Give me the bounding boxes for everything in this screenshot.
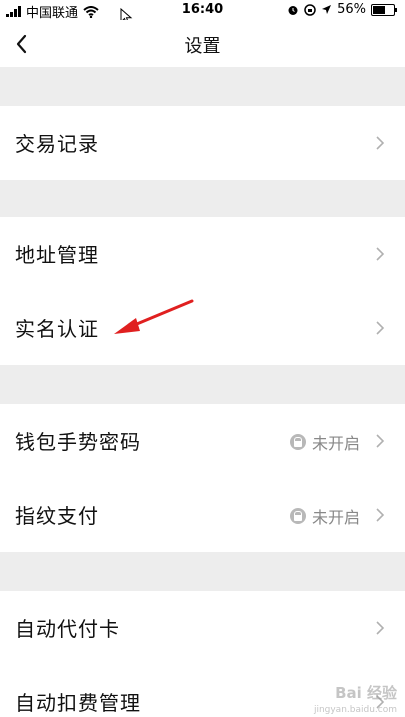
chevron-right-icon — [376, 434, 385, 448]
row-label: 自动代付卡 — [15, 617, 120, 641]
settings-group-1: 交易记录 — [0, 106, 405, 180]
watermark-url: jingyan.baidu.com — [313, 705, 397, 715]
row-label: 交易记录 — [15, 132, 99, 156]
settings-row-wallet-gesture-password[interactable]: 钱包手势密码 未开启 — [0, 404, 405, 478]
chevron-right-icon — [376, 247, 385, 261]
settings-group-2: 地址管理 实名认证 — [0, 217, 405, 365]
chevron-right-icon — [376, 136, 385, 150]
watermark-brand: Bai 经验 — [335, 684, 397, 702]
row-label: 自动扣费管理 — [15, 691, 141, 715]
status-text: 未开启 — [311, 508, 360, 527]
battery-percent: 56% — [337, 2, 366, 17]
settings-row-real-name-verification[interactable]: 实名认证 — [0, 291, 405, 365]
chevron-right-icon — [376, 621, 385, 635]
settings-row-fingerprint-payment[interactable]: 指纹支付 未开启 — [0, 478, 405, 552]
settings-row-address-management[interactable]: 地址管理 — [0, 217, 405, 291]
nav-bar: 设置 — [0, 20, 405, 67]
settings-group-3: 钱包手势密码 未开启 指纹支付 未开启 — [0, 404, 405, 552]
chevron-right-icon — [376, 321, 385, 335]
chevron-right-icon — [376, 508, 385, 522]
annotation-arrow-icon — [114, 299, 194, 334]
rotation-lock-icon — [304, 3, 316, 16]
status-badge: 未开启 — [289, 430, 360, 454]
row-label: 指纹支付 — [15, 504, 99, 528]
status-text: 未开启 — [311, 434, 360, 453]
status-bar: 中国联通 16:40 56% — [0, 0, 405, 21]
row-label: 实名认证 — [15, 317, 99, 341]
settings-row-transaction-records[interactable]: 交易记录 — [0, 106, 405, 180]
status-right: 56% — [287, 2, 397, 17]
page-title: 设置 — [184, 36, 221, 57]
alarm-icon — [288, 5, 298, 15]
row-label: 地址管理 — [15, 243, 99, 267]
status-badge: 未开启 — [289, 504, 360, 528]
row-label: 钱包手势密码 — [15, 430, 141, 454]
battery-icon — [371, 3, 397, 16]
lock-icon — [289, 508, 306, 524]
settings-row-auto-payment-card[interactable]: 自动代付卡 — [0, 591, 405, 665]
lock-icon — [289, 434, 306, 450]
location-icon — [322, 5, 332, 14]
